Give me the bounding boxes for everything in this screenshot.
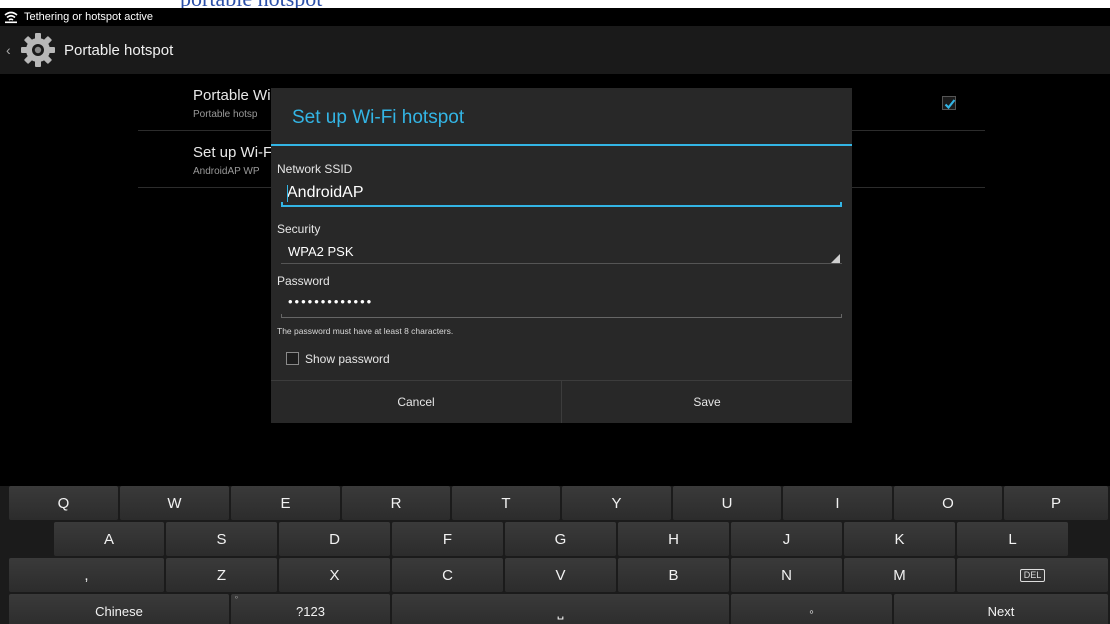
key-f[interactable]: F xyxy=(392,522,503,556)
key-b[interactable]: B xyxy=(618,558,729,592)
key-comma[interactable]: , xyxy=(9,558,164,592)
key-c[interactable]: C xyxy=(392,558,503,592)
key-s[interactable]: S xyxy=(166,522,277,556)
key-p[interactable]: P xyxy=(1004,486,1108,520)
key-corner-hint: ⁰ xyxy=(235,596,238,603)
delete-key[interactable]: DEL xyxy=(957,558,1108,592)
page-title: Portable hotspot xyxy=(64,41,174,59)
next-key[interactable]: Next xyxy=(894,594,1108,624)
show-password-label[interactable]: Show password xyxy=(305,352,390,366)
text-cursor xyxy=(287,185,288,202)
top-strip-text: portable hotspot xyxy=(180,0,322,8)
period-key[interactable]: ◦ xyxy=(731,594,892,624)
setting-title: Set up Wi-F xyxy=(193,144,273,161)
key-t[interactable]: T xyxy=(452,486,560,520)
wifi-icon xyxy=(4,10,18,24)
key-i[interactable]: I xyxy=(783,486,892,520)
security-select-underline xyxy=(281,263,842,264)
password-hint: The password must have at least 8 charac… xyxy=(277,326,454,336)
setting-subtitle: Portable hotsp xyxy=(193,109,258,120)
key-a[interactable]: A xyxy=(54,522,164,556)
setting-subtitle: AndroidAP WP xyxy=(193,166,260,177)
key-k[interactable]: K xyxy=(844,522,955,556)
soft-keyboard: Q W E R T Y U I O P A S D F G H J K L , … xyxy=(0,486,1110,624)
key-m[interactable]: M xyxy=(844,558,955,592)
save-button[interactable]: Save xyxy=(562,381,852,423)
status-text: Tethering or hotspot active xyxy=(24,11,154,23)
status-bar: Tethering or hotspot active xyxy=(0,8,1110,26)
key-y[interactable]: Y xyxy=(562,486,671,520)
hotspot-checkbox[interactable] xyxy=(942,96,956,110)
checkmark-icon xyxy=(944,99,956,110)
key-z[interactable]: Z xyxy=(166,558,277,592)
show-password-checkbox[interactable] xyxy=(286,352,299,365)
key-x[interactable]: X xyxy=(279,558,390,592)
gear-icon[interactable] xyxy=(18,30,58,70)
password-input[interactable]: ••••••••••••• xyxy=(288,294,373,309)
dialog-title-divider xyxy=(271,144,852,146)
setting-title: Portable Wi xyxy=(193,87,271,104)
space-key[interactable]: ⎵ xyxy=(392,594,729,624)
key-l[interactable]: L xyxy=(957,522,1068,556)
dropdown-arrow-icon[interactable] xyxy=(831,254,840,263)
key-d[interactable]: D xyxy=(279,522,390,556)
key-h[interactable]: H xyxy=(618,522,729,556)
top-strip: portable hotspot xyxy=(0,0,1110,8)
hotspot-setup-dialog: Set up Wi-Fi hotspot Network SSID Androi… xyxy=(271,88,852,423)
language-key[interactable]: Chinese xyxy=(9,594,229,624)
action-bar: ‹ Portable hotspot xyxy=(0,26,1110,74)
symbols-key-label: ?123 xyxy=(296,603,325,619)
key-u[interactable]: U xyxy=(673,486,781,520)
ssid-input[interactable]: AndroidAP xyxy=(287,184,364,202)
security-select[interactable]: WPA2 PSK xyxy=(288,244,354,259)
symbols-key[interactable]: ⁰ ?123 xyxy=(231,594,390,624)
password-input-underline xyxy=(281,314,842,318)
key-w[interactable]: W xyxy=(120,486,229,520)
password-label: Password xyxy=(277,274,330,288)
security-label: Security xyxy=(277,222,321,236)
key-o[interactable]: O xyxy=(894,486,1002,520)
dialog-title: Set up Wi-Fi hotspot xyxy=(292,107,465,128)
key-v[interactable]: V xyxy=(505,558,616,592)
cancel-button[interactable]: Cancel xyxy=(271,381,561,423)
key-r[interactable]: R xyxy=(342,486,450,520)
key-g[interactable]: G xyxy=(505,522,616,556)
ssid-input-underline xyxy=(281,202,842,207)
back-caret-icon[interactable]: ‹ xyxy=(6,42,16,58)
key-q[interactable]: Q xyxy=(9,486,118,520)
ssid-label: Network SSID xyxy=(277,162,353,176)
key-n[interactable]: N xyxy=(731,558,842,592)
key-j[interactable]: J xyxy=(731,522,842,556)
backspace-icon: DEL xyxy=(1019,568,1046,582)
key-e[interactable]: E xyxy=(231,486,340,520)
